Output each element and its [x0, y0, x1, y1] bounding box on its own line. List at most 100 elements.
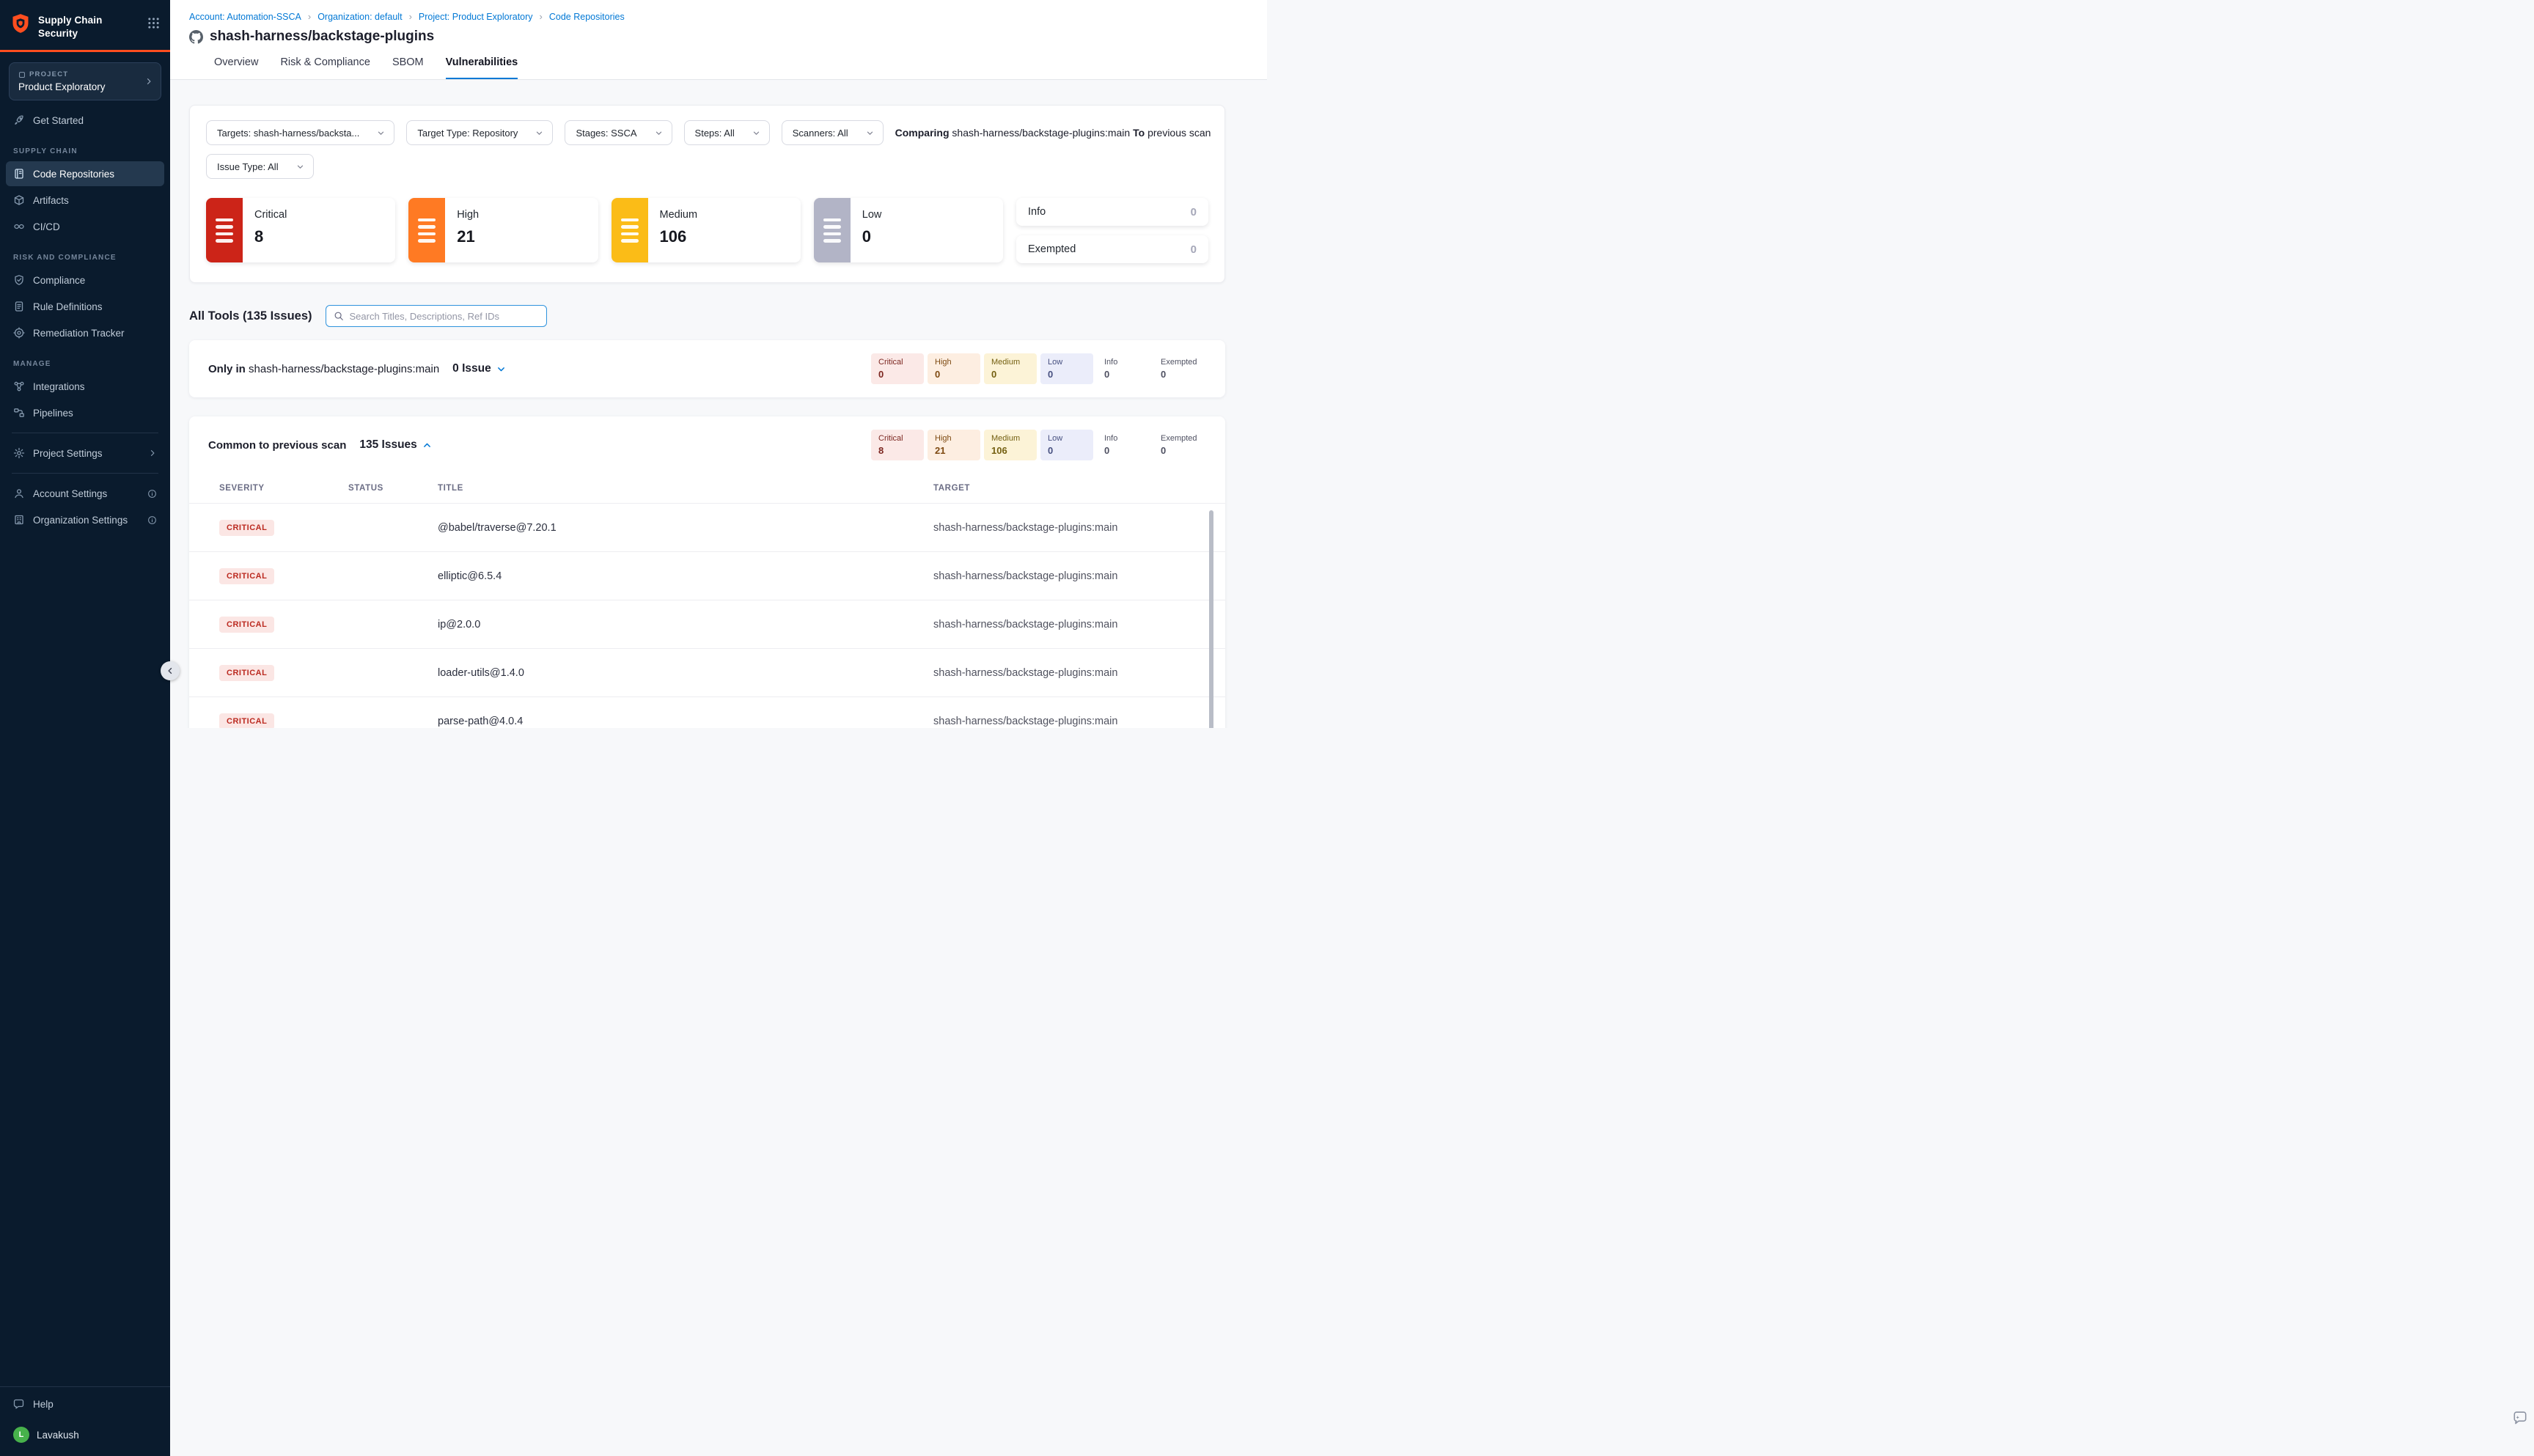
sidebar-item-project-settings[interactable]: Project Settings: [6, 441, 164, 466]
section-label-manage: MANAGE: [0, 347, 170, 372]
severity-badge: CRITICAL: [219, 713, 274, 729]
filter-row-1: Targets: shash-harness/backsta... Target…: [206, 120, 1208, 145]
filter-steps[interactable]: Steps: All: [684, 120, 770, 145]
summary-card-exempted: Exempted 0: [1016, 235, 1208, 263]
chevron-down-icon: [752, 129, 760, 137]
sidebar-item-remediation-tracker[interactable]: Remediation Tracker: [6, 320, 164, 345]
severity-badge: CRITICAL: [219, 520, 274, 536]
chip-medium: Medium0: [984, 353, 1037, 384]
tab-sbom[interactable]: SBOM: [392, 56, 424, 79]
issue-title: elliptic@6.5.4: [438, 570, 933, 582]
filter-stages[interactable]: Stages: SSCA: [565, 120, 672, 145]
table-row[interactable]: CRITICAL @babel/traverse@7.20.1 shash-ha…: [189, 503, 1225, 551]
user-menu[interactable]: L Lavakush: [0, 1418, 170, 1447]
filter-scanners[interactable]: Scanners: All: [782, 120, 884, 145]
issue-target: shash-harness/backstage-plugins:main: [933, 716, 1225, 727]
table-row[interactable]: CRITICAL ip@2.0.0 shash-harness/backstag…: [189, 600, 1225, 648]
summary-card-high: High 21: [408, 198, 598, 262]
sidebar-item-cicd[interactable]: CI/CD: [6, 214, 164, 239]
table-row[interactable]: CRITICAL loader-utils@1.4.0 shash-harnes…: [189, 648, 1225, 696]
sidebar-item-rule-definitions[interactable]: Rule Definitions: [6, 294, 164, 319]
breadcrumb-organization[interactable]: Organization: default: [317, 12, 402, 22]
chevron-down-icon: [377, 129, 385, 137]
tab-vulnerabilities[interactable]: Vulnerabilities: [446, 56, 518, 79]
issue-title: loader-utils@1.4.0: [438, 667, 933, 679]
apps-grid-icon[interactable]: [147, 17, 160, 29]
common-group-card: Common to previous scan 135 Issues Criti…: [189, 416, 1225, 728]
breadcrumb-separator-icon: ›: [540, 11, 543, 22]
issue-target: shash-harness/backstage-plugins:main: [933, 619, 1225, 630]
cicd-icon: [13, 221, 25, 232]
filter-target-type[interactable]: Target Type: Repository: [406, 120, 553, 145]
sidebar-item-get-started[interactable]: Get Started: [6, 108, 164, 133]
gear-icon: [13, 447, 25, 459]
content: Targets: shash-harness/backsta... Target…: [170, 80, 1267, 728]
sidebar-item-integrations[interactable]: Integrations: [6, 374, 164, 399]
chip-info: Info0: [1097, 430, 1150, 460]
sidebar-item-pipelines[interactable]: Pipelines: [6, 400, 164, 425]
column-header-target: TARGET: [933, 484, 1225, 493]
chip-low: Low0: [1040, 353, 1093, 384]
tools-heading: All Tools (135 Issues): [189, 309, 312, 323]
table-row[interactable]: CRITICAL parse-path@4.0.4 shash-harness/…: [189, 696, 1225, 728]
rocket-icon: [13, 114, 25, 126]
chevron-down-icon: [655, 129, 663, 137]
sidebar-item-help[interactable]: Help: [6, 1391, 164, 1416]
issue-title: ip@2.0.0: [438, 619, 933, 630]
repo-icon: [13, 168, 25, 180]
issue-target: shash-harness/backstage-plugins:main: [933, 570, 1225, 582]
sidebar: Supply Chain Security PROJECT Product Ex…: [0, 0, 170, 1456]
common-count-toggle[interactable]: 135 Issues: [359, 438, 431, 452]
comparing-text: Comparing shash-harness/backstage-plugin…: [895, 127, 1211, 139]
severity-summary-row: Critical 8 High 21 Medium 106: [206, 198, 1208, 263]
info-icon[interactable]: [147, 489, 157, 499]
breadcrumb-separator-icon: ›: [409, 11, 412, 22]
sidebar-item-account-settings[interactable]: Account Settings: [6, 481, 164, 506]
issues-table: SEVERITY STATUS TITLE TARGET CRITICAL @b…: [189, 474, 1225, 728]
filter-targets[interactable]: Targets: shash-harness/backsta...: [206, 120, 394, 145]
chevron-right-icon: [148, 449, 157, 457]
project-icon: [18, 71, 26, 78]
chip-high: High0: [928, 353, 980, 384]
breadcrumb: Account: Automation-SSCA › Organization:…: [170, 11, 1267, 22]
divider: [0, 1386, 170, 1387]
only-in-group-card: Only in shash-harness/backstage-plugins:…: [189, 340, 1225, 397]
breadcrumb-project[interactable]: Project: Product Exploratory: [419, 12, 533, 22]
only-in-count-toggle[interactable]: 0 Issue: [452, 362, 506, 375]
table-row[interactable]: CRITICAL elliptic@6.5.4 shash-harness/ba…: [189, 551, 1225, 600]
tab-risk-compliance[interactable]: Risk & Compliance: [280, 56, 370, 79]
info-icon[interactable]: [147, 515, 157, 525]
tab-overview[interactable]: Overview: [214, 56, 258, 79]
app-title: Supply Chain Security: [38, 12, 102, 40]
issue-target: shash-harness/backstage-plugins:main: [933, 667, 1225, 679]
filter-issue-type[interactable]: Issue Type: All: [206, 154, 314, 179]
summary-card-critical: Critical 8: [206, 198, 395, 262]
breadcrumb-separator-icon: ›: [308, 11, 311, 22]
table-scrollbar[interactable]: [1209, 510, 1213, 728]
chip-critical: Critical8: [871, 430, 924, 460]
table-header-row: SEVERITY STATUS TITLE TARGET: [189, 474, 1225, 503]
search-input[interactable]: [350, 311, 539, 322]
chat-help-icon[interactable]: [2512, 1411, 2528, 1427]
sidebar-item-artifacts[interactable]: Artifacts: [6, 188, 164, 213]
sidebar-item-compliance[interactable]: Compliance: [6, 268, 164, 293]
breadcrumb-account[interactable]: Account: Automation-SSCA: [189, 12, 301, 22]
package-icon: [13, 194, 25, 206]
summary-value: 106: [660, 227, 698, 246]
high-severity-icon: [408, 198, 445, 262]
sidebar-collapse-handle[interactable]: [161, 661, 180, 680]
sidebar-item-organization-settings[interactable]: Organization Settings: [6, 507, 164, 532]
only-in-header: Only in shash-harness/backstage-plugins:…: [189, 340, 1225, 397]
breadcrumb-code-repositories[interactable]: Code Repositories: [549, 12, 625, 22]
issues-search[interactable]: [326, 305, 547, 327]
chip-exempted: Exempted0: [1153, 430, 1206, 460]
divider: [12, 473, 158, 474]
medium-severity-icon: [612, 198, 648, 262]
summary-value: 8: [254, 227, 287, 246]
chip-info: Info0: [1097, 353, 1150, 384]
sidebar-nav: Get Started SUPPLY CHAIN Code Repositori…: [0, 100, 170, 1386]
common-header: Common to previous scan 135 Issues Criti…: [189, 416, 1225, 474]
help-chat-icon: [13, 1398, 25, 1410]
sidebar-item-code-repositories[interactable]: Code Repositories: [6, 161, 164, 186]
project-selector[interactable]: PROJECT Product Exploratory: [9, 62, 161, 100]
